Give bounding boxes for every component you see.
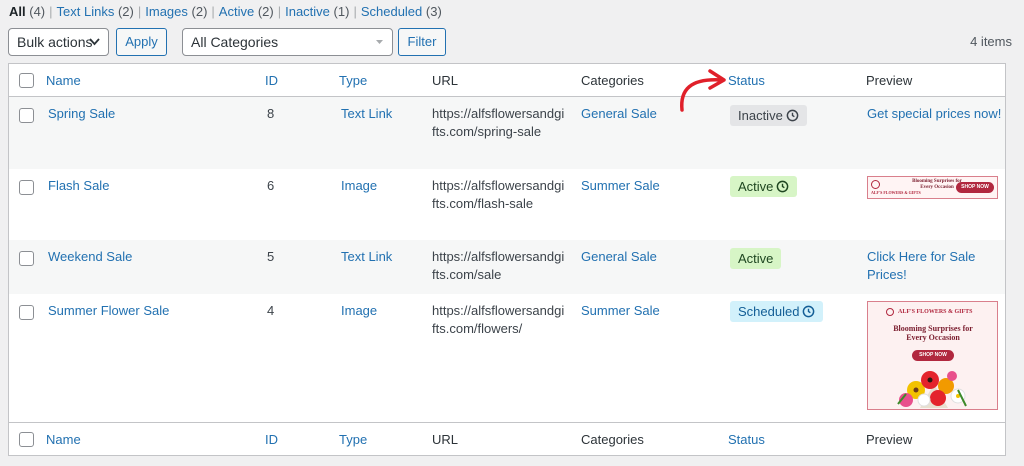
flower-badge-icon [886, 308, 894, 316]
row-category-link[interactable]: Summer Sale [581, 177, 660, 195]
column-footer-status[interactable]: Status [728, 431, 765, 449]
bulk-actions-select[interactable]: Bulk actions [8, 28, 109, 56]
row-url: https://alfsflowersandgi fts.com/flowers/ [432, 303, 565, 336]
row-name-link[interactable]: Summer Flower Sale [48, 302, 169, 320]
status-badge: Scheduled [730, 301, 824, 322]
row-checkbox[interactable] [19, 180, 34, 195]
column-footer-preview: Preview [866, 432, 913, 447]
row-category-link[interactable]: Summer Sale [581, 302, 660, 320]
filter-scheduled[interactable]: Scheduled (3) [361, 4, 442, 19]
row-checkbox[interactable] [19, 305, 34, 320]
column-footer-url: URL [432, 432, 459, 447]
table-footer-row: Name ID Type URL Categories Status Previ… [9, 422, 1005, 455]
clock-icon [786, 109, 799, 122]
row-id: 6 [267, 178, 275, 193]
column-footer-name[interactable]: Name [46, 431, 81, 449]
column-footer-categories: Categories [581, 432, 644, 447]
column-footer-type[interactable]: Type [339, 431, 367, 449]
clock-icon [803, 305, 815, 318]
row-url: https://alfsflowersandgi fts.com/sale [432, 249, 565, 282]
status-badge: Inactive [730, 105, 807, 126]
flower-bouquet-illustration [897, 371, 967, 408]
filter-images[interactable]: Images (2) [145, 4, 207, 19]
row-url: https://alfsflowersandgi fts.com/spring-s… [432, 106, 565, 139]
select-all-checkbox-footer[interactable] [19, 432, 34, 447]
flower-badge-icon [871, 180, 880, 189]
table-toolbar: Bulk actions Apply All Categories Filter… [8, 28, 1012, 56]
row-name-link[interactable]: Weekend Sale [48, 248, 132, 266]
preview-text-link[interactable]: Click Here for Sale Prices! [867, 248, 975, 284]
annotation-arrow-icon [680, 69, 726, 112]
clock-icon [777, 180, 789, 193]
status-badge: Active [730, 176, 798, 197]
chevron-down-icon [89, 29, 100, 64]
column-header-preview: Preview [866, 73, 913, 88]
caret-down-icon [375, 29, 384, 64]
filter-inactive[interactable]: Inactive (1) [285, 4, 349, 19]
banner-preview-image[interactable]: ALF'S FLOWERS & GIFTS Blooming Surprises… [867, 176, 998, 199]
column-header-status[interactable]: Status [728, 72, 765, 90]
banner-preview-image[interactable]: ALF'S FLOWERS & GIFTS Blooming Surprises… [867, 301, 998, 410]
filter-text-links[interactable]: Text Links (2) [57, 4, 134, 19]
column-footer-id[interactable]: ID [265, 431, 278, 449]
column-header-id[interactable]: ID [265, 72, 278, 90]
row-type-link[interactable]: Image [341, 302, 377, 320]
row-name-link[interactable]: Flash Sale [48, 177, 109, 195]
column-header-url: URL [432, 73, 459, 88]
status-badge: Active [730, 248, 782, 269]
row-id: 8 [267, 106, 275, 121]
apply-button[interactable]: Apply [116, 28, 167, 56]
filter-all[interactable]: All (4) [9, 4, 45, 19]
table-row: Weekend Sale 5 Text Link https://alfsflo… [9, 240, 1005, 294]
coupons-table: Name ID Type URL Categories Status Previ… [8, 63, 1006, 456]
row-url: https://alfsflowersandgi fts.com/flash-sa… [432, 178, 565, 211]
row-checkbox[interactable] [19, 108, 34, 123]
table-header-row: Name ID Type URL Categories Status Previ… [9, 64, 1005, 97]
column-header-categories: Categories [581, 73, 644, 88]
status-filter-links: All (4) | Text Links (2) | Images (2) | Active… [9, 4, 442, 19]
row-type-link[interactable]: Text Link [341, 248, 392, 266]
column-header-name[interactable]: Name [46, 72, 81, 90]
row-id: 5 [267, 249, 275, 264]
category-filter-select[interactable]: All Categories [182, 28, 393, 56]
row-category-link[interactable]: General Sale [581, 248, 657, 266]
filter-button[interactable]: Filter [398, 28, 446, 56]
row-checkbox[interactable] [19, 251, 34, 266]
table-row: Spring Sale 8 Text Link https://alfsflow… [9, 97, 1005, 169]
filter-active[interactable]: Active (2) [219, 4, 274, 19]
table-row: Summer Flower Sale 4 Image https://alfsf… [9, 294, 1005, 422]
row-name-link[interactable]: Spring Sale [48, 105, 115, 123]
row-type-link[interactable]: Image [341, 177, 377, 195]
items-count: 4 items [970, 34, 1012, 49]
select-all-checkbox[interactable] [19, 73, 34, 88]
row-id: 4 [267, 303, 275, 318]
preview-text-link[interactable]: Get special prices now! [867, 105, 1001, 123]
row-type-link[interactable]: Text Link [341, 105, 392, 123]
column-header-type[interactable]: Type [339, 72, 367, 90]
table-row: Flash Sale 6 Image https://alfsflowersan… [9, 169, 1005, 240]
